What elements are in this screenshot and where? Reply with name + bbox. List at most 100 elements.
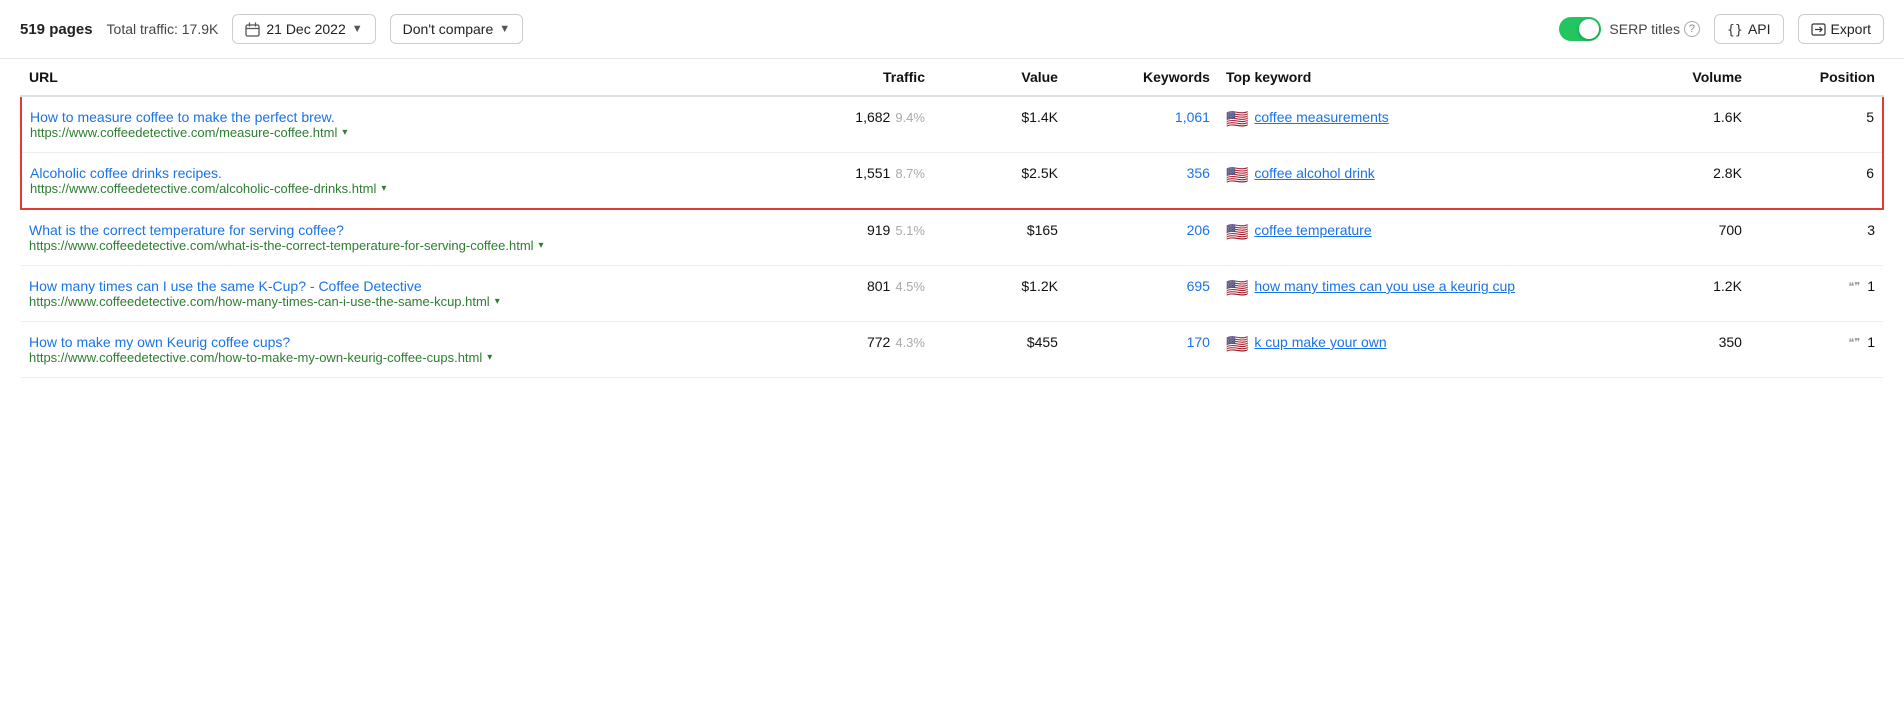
keyword-link[interactable]: coffee temperature	[1254, 222, 1371, 238]
url-cell-row2: Alcoholic coffee drinks recipes.https://…	[21, 153, 743, 210]
pages-table: URL Traffic Value Keywords Top keyword V…	[20, 59, 1884, 378]
position-cell-row5: ❝❞ 1	[1750, 322, 1883, 378]
keywords-cell-row5[interactable]: 170	[1066, 322, 1218, 378]
page-url-row1[interactable]: https://www.coffeedetective.com/measure-…	[30, 125, 735, 140]
compare-label: Don't compare	[403, 21, 494, 37]
traffic-cell-row5: 772 4.3%	[743, 322, 933, 378]
flag-icon: 🇺🇸	[1226, 335, 1248, 353]
top-keyword-cell-row5: 🇺🇸 k cup make your own	[1218, 322, 1598, 378]
volume-cell-row3: 700	[1598, 209, 1750, 266]
api-icon: {}	[1727, 21, 1743, 37]
page-title-link-row5[interactable]: How to make my own Keurig coffee cups?	[29, 334, 735, 350]
page-url-row3[interactable]: https://www.coffeedetective.com/what-is-…	[29, 238, 735, 253]
page-url-row4[interactable]: https://www.coffeedetective.com/how-many…	[29, 294, 735, 309]
table-row: How to make my own Keurig coffee cups?ht…	[21, 322, 1883, 378]
quote-icon: ❝❞	[1848, 280, 1860, 293]
data-table-container: URL Traffic Value Keywords Top keyword V…	[0, 59, 1904, 378]
page-title-link-row1[interactable]: How to measure coffee to make the perfec…	[30, 109, 735, 125]
keyword-link[interactable]: coffee alcohol drink	[1254, 165, 1374, 181]
value-cell-row3: $165	[933, 209, 1066, 266]
keywords-cell-row2[interactable]: 356	[1066, 153, 1218, 210]
volume-cell-row4: 1.2K	[1598, 266, 1750, 322]
page-title-link-row3[interactable]: What is the correct temperature for serv…	[29, 222, 735, 238]
url-expand-icon[interactable]: ▾	[487, 352, 492, 363]
traffic-pct: 4.5%	[895, 279, 925, 294]
export-label: Export	[1831, 21, 1871, 37]
keywords-cell-row4[interactable]: 695	[1066, 266, 1218, 322]
url-expand-icon[interactable]: ▾	[495, 296, 500, 307]
flag-icon: 🇺🇸	[1226, 110, 1248, 128]
page-title-link-row4[interactable]: How many times can I use the same K-Cup?…	[29, 278, 735, 294]
traffic-num: 1,682	[855, 109, 890, 125]
compare-chevron-icon: ▼	[499, 23, 510, 35]
flag-icon: 🇺🇸	[1226, 166, 1248, 184]
traffic-cell-row3: 9195.1%	[743, 209, 933, 266]
table-row: What is the correct temperature for serv…	[21, 209, 1883, 266]
keyword-link[interactable]: how many times can you use a keurig cup	[1254, 278, 1515, 294]
date-label: 21 Dec 2022	[266, 21, 345, 37]
traffic-pct: 9.4%	[895, 110, 925, 125]
page-url-row5[interactable]: https://www.coffeedetective.com/how-to-m…	[29, 350, 735, 365]
position-value: 5	[1866, 109, 1874, 125]
serp-titles-toggle[interactable]	[1559, 17, 1601, 41]
quote-icon: ❝❞	[1848, 336, 1860, 349]
volume-cell-row5: 350	[1598, 322, 1750, 378]
url-expand-icon[interactable]: ▾	[381, 183, 386, 194]
serp-titles-help-icon[interactable]: ?	[1684, 21, 1700, 37]
page-url-row2[interactable]: https://www.coffeedetective.com/alcoholi…	[30, 181, 735, 196]
value-cell-row5: $455	[933, 322, 1066, 378]
serp-titles-toggle-area: SERP titles ?	[1559, 17, 1700, 41]
keywords-cell-row3[interactable]: 206	[1066, 209, 1218, 266]
position-value: 1	[1867, 334, 1875, 350]
svg-text:{}: {}	[1727, 23, 1743, 37]
col-header-url: URL	[21, 59, 743, 96]
flag-icon: 🇺🇸	[1226, 279, 1248, 297]
traffic-cell-row2: 1,551 8.7%	[743, 153, 933, 210]
page-title-link-row2[interactable]: Alcoholic coffee drinks recipes.	[30, 165, 735, 181]
flag-icon: 🇺🇸	[1226, 223, 1248, 241]
traffic-num: 1,551	[855, 165, 890, 181]
col-header-value: Value	[933, 59, 1066, 96]
keyword-link[interactable]: k cup make your own	[1254, 334, 1386, 350]
toolbar-right: SERP titles ? {} API Export	[1559, 14, 1884, 44]
position-cell-row3: 3	[1750, 209, 1883, 266]
toolbar: 519 pages Total traffic: 17.9K 21 Dec 20…	[0, 0, 1904, 59]
volume-cell-row1: 1.6K	[1598, 96, 1750, 153]
url-cell-row5: How to make my own Keurig coffee cups?ht…	[21, 322, 743, 378]
value-cell-row1: $1.4K	[933, 96, 1066, 153]
traffic-pct: 8.7%	[895, 166, 925, 181]
volume-cell-row2: 2.8K	[1598, 153, 1750, 210]
position-cell-row1: 5	[1750, 96, 1883, 153]
top-keyword-cell-row4: 🇺🇸 how many times can you use a keurig cu…	[1218, 266, 1598, 322]
position-value: 1	[1867, 278, 1875, 294]
value-cell-row2: $2.5K	[933, 153, 1066, 210]
traffic-cell-row1: 1,682 9.4%	[743, 96, 933, 153]
top-keyword-cell-row2: 🇺🇸 coffee alcohol drink	[1218, 153, 1598, 210]
toggle-knob	[1579, 19, 1599, 39]
serp-titles-label: SERP titles ?	[1609, 21, 1700, 37]
position-cell-row4: ❝❞ 1	[1750, 266, 1883, 322]
calendar-icon	[245, 22, 260, 37]
position-value: 3	[1867, 222, 1875, 238]
api-button[interactable]: {} API	[1714, 14, 1784, 44]
api-label: API	[1748, 21, 1771, 37]
col-header-volume: Volume	[1598, 59, 1750, 96]
col-header-keywords: Keywords	[1066, 59, 1218, 96]
url-expand-icon[interactable]: ▾	[342, 127, 347, 138]
top-keyword-cell-row3: 🇺🇸 coffee temperature	[1218, 209, 1598, 266]
traffic-num: 919	[867, 222, 890, 238]
url-cell-row1: How to measure coffee to make the perfec…	[21, 96, 743, 153]
table-row: Alcoholic coffee drinks recipes.https://…	[21, 153, 1883, 210]
compare-button[interactable]: Don't compare ▼	[390, 14, 524, 44]
traffic-num: 801	[867, 278, 890, 294]
url-expand-icon[interactable]: ▾	[539, 240, 544, 251]
keyword-link[interactable]: coffee measurements	[1254, 109, 1388, 125]
export-button[interactable]: Export	[1798, 14, 1884, 44]
col-header-top-keyword: Top keyword	[1218, 59, 1598, 96]
keywords-cell-row1[interactable]: 1,061	[1066, 96, 1218, 153]
traffic-num: 772	[867, 334, 890, 350]
date-picker-button[interactable]: 21 Dec 2022 ▼	[232, 14, 375, 44]
url-cell-row4: How many times can I use the same K-Cup?…	[21, 266, 743, 322]
traffic-pct: 4.3%	[895, 335, 925, 350]
position-cell-row2: 6	[1750, 153, 1883, 210]
